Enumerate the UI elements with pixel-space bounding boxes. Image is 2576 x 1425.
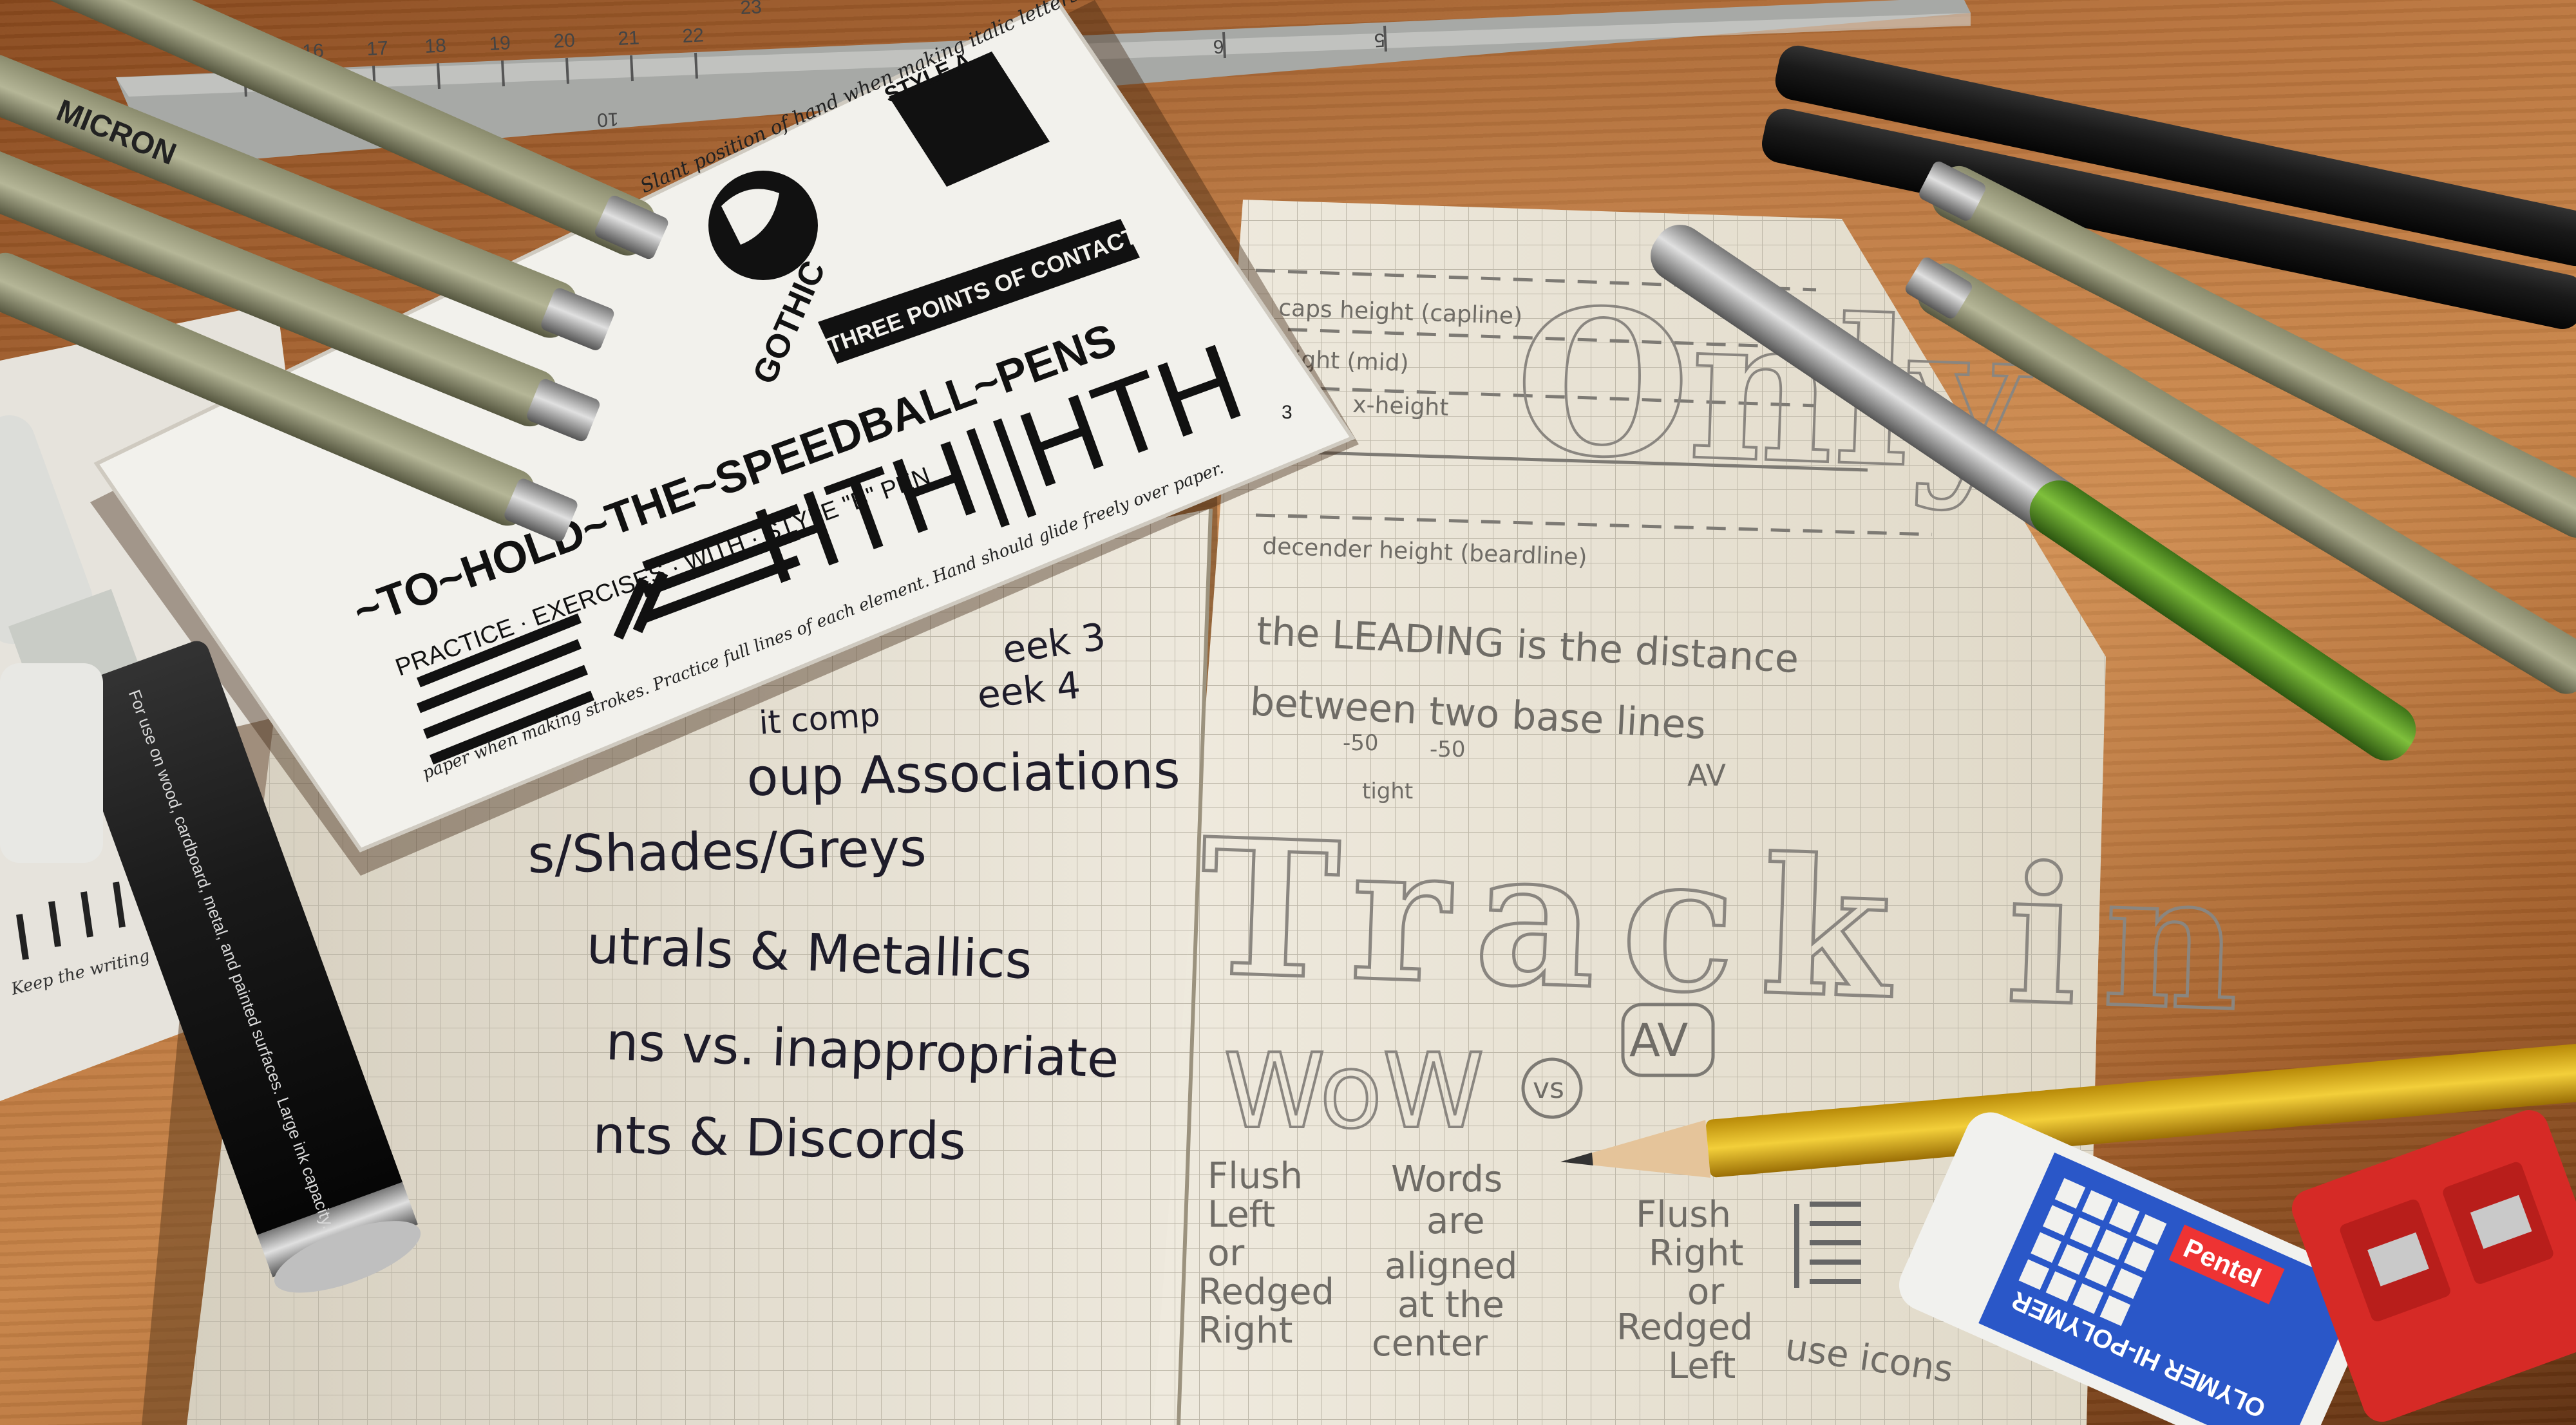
flush-left-line: Flush — [1208, 1155, 1303, 1197]
ruler-mark: 6 — [1213, 35, 1224, 57]
minus-50-label: -50 — [1430, 737, 1466, 762]
center-line: center — [1372, 1323, 1488, 1364]
track-letters: Track in — [1197, 798, 2269, 1054]
center-line: at the — [1397, 1284, 1504, 1326]
tight-label: tight — [1362, 779, 1413, 804]
flush-left-line: Left — [1208, 1194, 1275, 1236]
minus-50-label: -50 — [1343, 730, 1379, 756]
note-line: nts & Discords — [592, 1105, 967, 1171]
flush-left-line: Right — [1198, 1310, 1293, 1352]
ruler-mark: 19 — [489, 32, 511, 55]
center-line: Words — [1391, 1158, 1502, 1200]
booklet-page-number: 3 — [1282, 402, 1293, 423]
ruler-mark: 20 — [553, 30, 576, 52]
ruler-mark: 22 — [682, 24, 705, 47]
av-label: AV — [1629, 1014, 1688, 1067]
white-cap — [0, 663, 103, 863]
flush-left-line: or — [1208, 1232, 1245, 1274]
flush-right-line: Flush — [1636, 1194, 1731, 1236]
desk-photo: 16 17 18 19 20 21 22 23 11 10 6 5 Keep t… — [0, 0, 2576, 1425]
ruler-mark: 21 — [618, 27, 640, 50]
center-line: aligned — [1385, 1245, 1517, 1287]
flush-left-line: Redged — [1198, 1271, 1334, 1313]
note-line: oup Associations — [746, 740, 1181, 807]
center-line: are — [1426, 1200, 1485, 1242]
x-height-label: x-height — [1352, 392, 1449, 421]
ruler-mark: 17 — [366, 37, 389, 60]
av-label: AV — [1687, 758, 1727, 793]
ruler-mark: 5 — [1374, 29, 1385, 51]
ruler-mark: 18 — [424, 35, 447, 57]
flush-right-line: Redged — [1616, 1307, 1753, 1348]
wow-word: WoW — [1224, 1031, 1484, 1151]
photo-illustration: 16 17 18 19 20 21 22 23 11 10 6 5 Keep t… — [0, 0, 2576, 1425]
flush-right-line: Right — [1649, 1232, 1743, 1274]
vs-label: vs — [1533, 1072, 1564, 1105]
flush-right-line: Left — [1668, 1345, 1736, 1387]
note-line: s/Shades/Greys — [527, 818, 927, 885]
ruler-mark: 23 — [740, 0, 762, 19]
ruler-mark: 10 — [596, 108, 619, 131]
